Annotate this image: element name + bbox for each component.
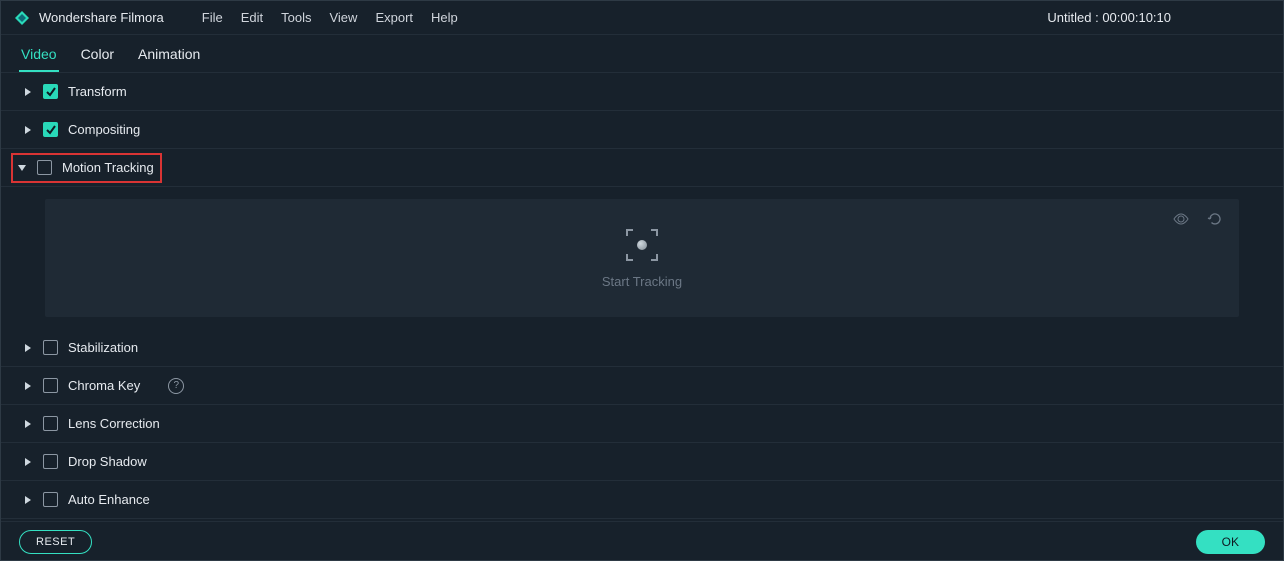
checkbox-lens-correction[interactable]: [43, 416, 58, 431]
checkbox-drop-shadow[interactable]: [43, 454, 58, 469]
menu-edit[interactable]: Edit: [241, 10, 263, 25]
ok-button[interactable]: OK: [1196, 530, 1265, 554]
section-label: Auto Enhance: [68, 492, 150, 507]
reset-button[interactable]: RESET: [19, 530, 92, 554]
section-transform[interactable]: Transform: [1, 73, 1283, 111]
menu-help[interactable]: Help: [431, 10, 458, 25]
title-bar: Wondershare Filmora File Edit Tools View…: [1, 1, 1283, 35]
collapse-icon[interactable]: [17, 163, 27, 173]
expand-icon[interactable]: [23, 381, 33, 391]
expand-icon[interactable]: [23, 495, 33, 505]
section-label: Transform: [68, 84, 127, 99]
expand-icon[interactable]: [23, 125, 33, 135]
panel-tabs: Video Color Animation: [1, 35, 1283, 73]
section-label: Chroma Key: [68, 378, 140, 393]
section-motion-tracking[interactable]: Motion Tracking: [1, 149, 1283, 187]
section-compositing[interactable]: Compositing: [1, 111, 1283, 149]
visibility-icon[interactable]: [1173, 211, 1189, 227]
main-menu: File Edit Tools View Export Help: [202, 10, 458, 25]
checkbox-chroma-key[interactable]: [43, 378, 58, 393]
motion-tracking-panel: Start Tracking: [45, 199, 1239, 317]
tab-animation[interactable]: Animation: [136, 38, 202, 72]
section-label: Motion Tracking: [62, 160, 154, 175]
tab-color[interactable]: Color: [79, 38, 116, 72]
tab-video[interactable]: Video: [19, 38, 59, 72]
checkbox-motion-tracking[interactable]: [37, 160, 52, 175]
menu-file[interactable]: File: [202, 10, 223, 25]
properties-panel: Transform Compositing Motion Tracking: [1, 73, 1283, 521]
expand-icon[interactable]: [23, 343, 33, 353]
footer-bar: RESET OK: [1, 521, 1283, 561]
expand-icon[interactable]: [23, 457, 33, 467]
reset-icon[interactable]: [1207, 211, 1223, 227]
start-tracking-button[interactable]: Start Tracking: [602, 274, 682, 289]
help-icon[interactable]: ?: [168, 378, 184, 394]
menu-tools[interactable]: Tools: [281, 10, 311, 25]
section-auto-enhance[interactable]: Auto Enhance: [1, 481, 1283, 519]
checkbox-auto-enhance[interactable]: [43, 492, 58, 507]
app-logo-icon: [13, 9, 31, 27]
section-label: Lens Correction: [68, 416, 160, 431]
section-lens-correction[interactable]: Lens Correction: [1, 405, 1283, 443]
section-label: Stabilization: [68, 340, 138, 355]
project-title: Untitled : 00:00:10:10: [1047, 10, 1271, 25]
checkbox-transform[interactable]: [43, 84, 58, 99]
section-label: Drop Shadow: [68, 454, 147, 469]
menu-export[interactable]: Export: [375, 10, 413, 25]
checkbox-stabilization[interactable]: [43, 340, 58, 355]
menu-view[interactable]: View: [329, 10, 357, 25]
highlight-box: Motion Tracking: [11, 153, 162, 183]
section-drop-shadow[interactable]: Drop Shadow: [1, 443, 1283, 481]
section-stabilization[interactable]: Stabilization: [1, 329, 1283, 367]
expand-icon[interactable]: [23, 419, 33, 429]
checkbox-compositing[interactable]: [43, 122, 58, 137]
tracker-target-icon[interactable]: [625, 228, 659, 262]
section-chroma-key[interactable]: Chroma Key ?: [1, 367, 1283, 405]
app-title: Wondershare Filmora: [39, 10, 164, 25]
section-label: Compositing: [68, 122, 140, 137]
expand-icon[interactable]: [23, 87, 33, 97]
